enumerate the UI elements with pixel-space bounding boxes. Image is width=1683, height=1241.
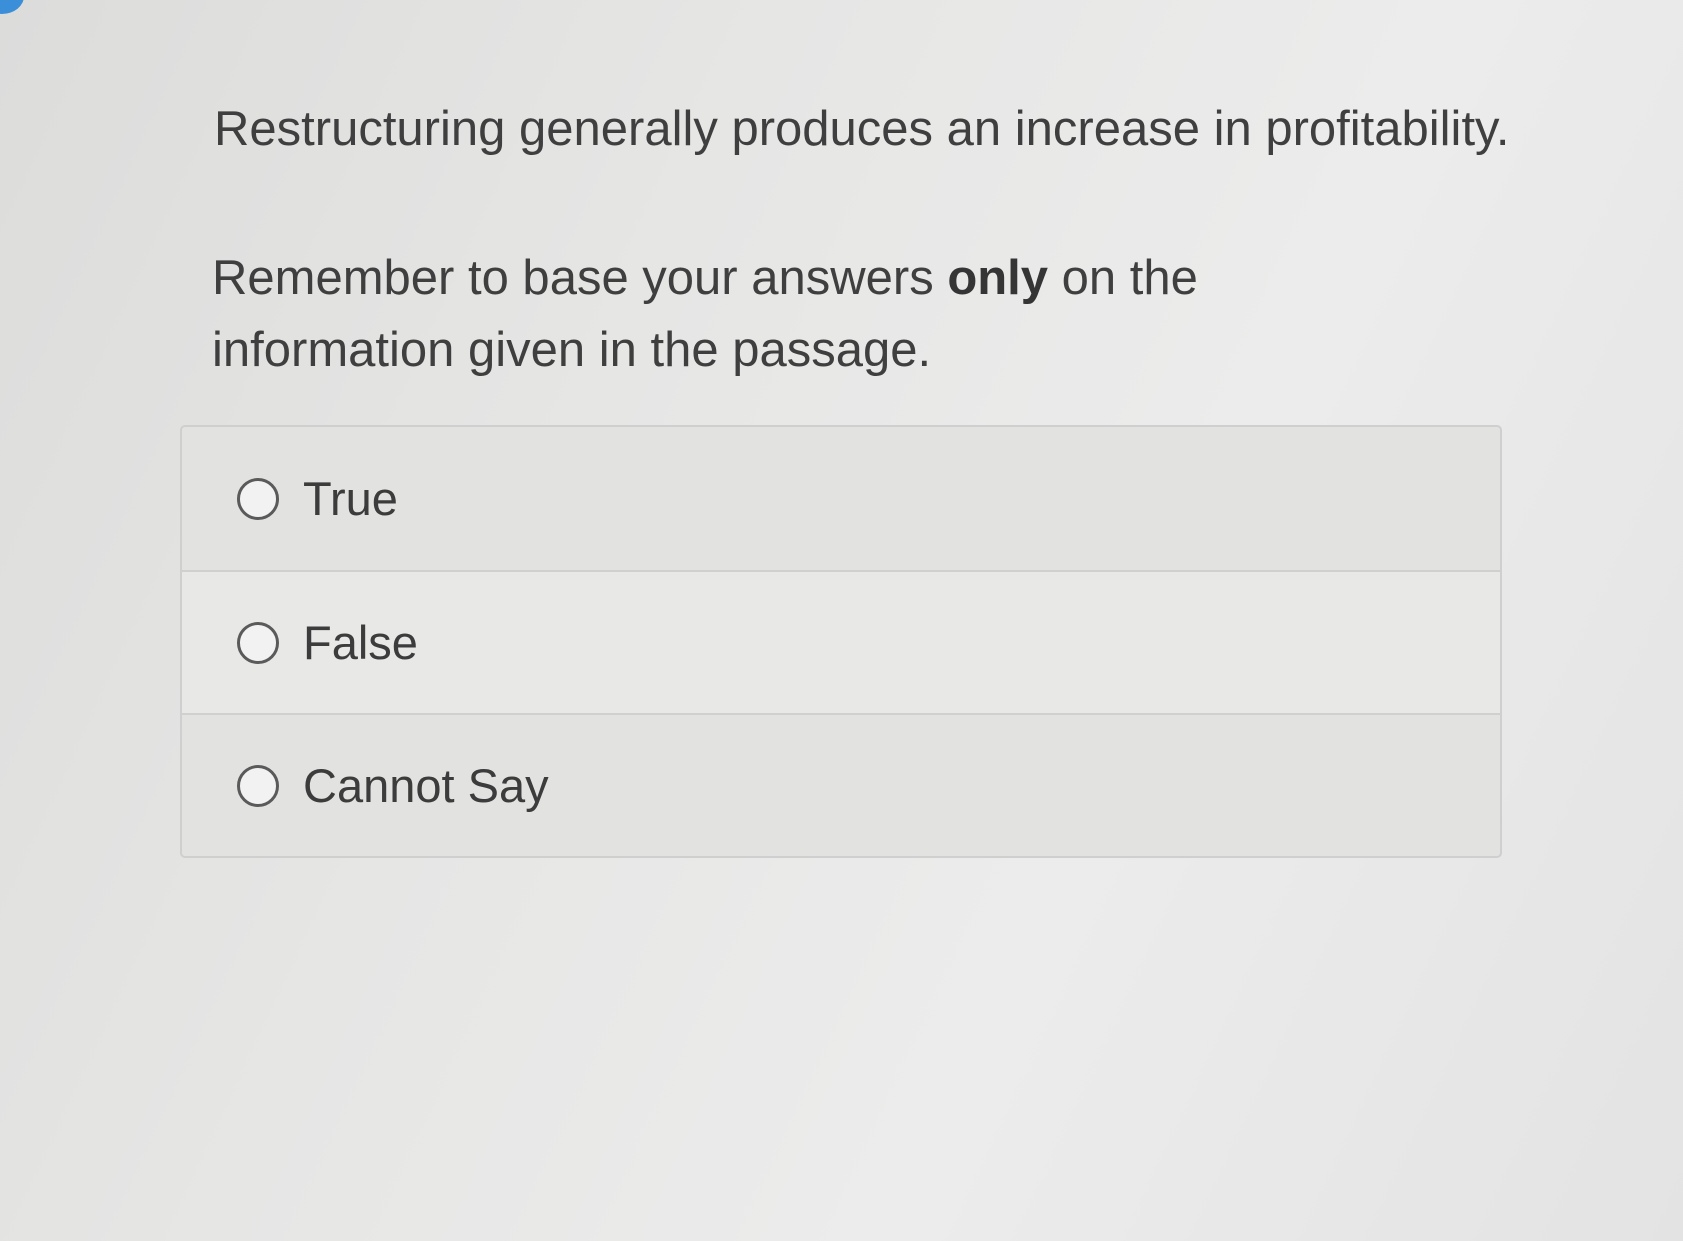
radio-button-true[interactable] <box>237 477 279 520</box>
option-label: True <box>303 472 398 525</box>
radio-button-false[interactable] <box>237 621 279 664</box>
option-label: False <box>303 616 418 669</box>
answer-options: True False Cannot Say <box>180 425 1502 858</box>
corner-accent <box>0 0 24 14</box>
question-statement: Restructuring generally produces an incr… <box>214 102 1510 156</box>
option-false[interactable]: False <box>182 570 1500 713</box>
radio-button-cannot-say[interactable] <box>237 764 279 807</box>
instruction-before: Remember to base your answers <box>212 251 948 305</box>
instruction-emphasis: only <box>947 251 1049 305</box>
option-cannot-say[interactable]: Cannot Say <box>182 713 1500 856</box>
instruction-text: Remember to base your answers only on th… <box>212 242 1412 386</box>
option-true[interactable]: True <box>182 427 1500 570</box>
option-label: Cannot Say <box>303 759 549 812</box>
